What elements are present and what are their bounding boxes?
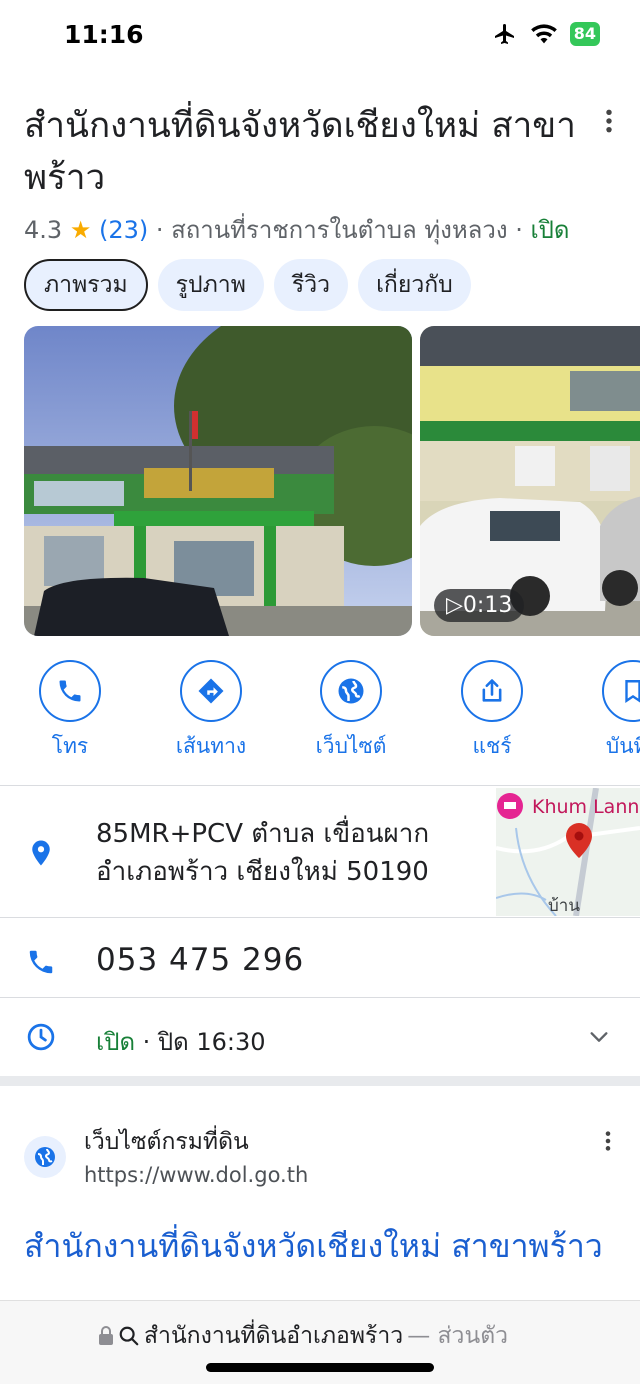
globe-icon <box>338 678 364 704</box>
site-url[interactable]: https://www.dol.go.th <box>84 1163 308 1187</box>
play-icon: ▷ <box>446 593 463 618</box>
result-title-link[interactable]: สำนักงานที่ดินจังหวัดเชียงใหม่ สาขาพร้าว <box>24 1222 624 1270</box>
action-bar: โทร เส้นทาง เว็บไซต์ แชร์ บันทึก <box>0 660 640 760</box>
search-icon <box>119 1326 139 1346</box>
clock-icon <box>27 1023 55 1051</box>
airplane-icon <box>494 24 514 44</box>
url-display[interactable]: สำนักงานที่ดินอำเภอพร้าว — ส่วนตัว <box>98 1318 508 1354</box>
home-indicator[interactable] <box>206 1363 434 1372</box>
section-divider <box>0 1076 640 1086</box>
save-button[interactable] <box>602 660 640 722</box>
rating-value: 4.3 <box>24 216 63 244</box>
share-action[interactable]: แชร์ <box>422 660 562 763</box>
more-options-icon[interactable] <box>602 108 616 134</box>
call-action[interactable]: โทร <box>0 660 140 763</box>
opening-hours[interactable]: เปิด · ปิด 16:30 <box>96 1022 266 1061</box>
address-line-1: 85MR+PCV ตำบล เขื่อนผาก <box>96 819 430 849</box>
address-line-2: อำเภอพร้าว เชียงใหม่ 50190 <box>96 857 429 887</box>
share-label: แชร์ <box>472 734 512 758</box>
tab-reviews[interactable]: รีวิว <box>273 259 349 311</box>
divider <box>0 785 640 786</box>
battery-indicator: 84 <box>569 22 600 46</box>
tab-about[interactable]: เกี่ยวกับ <box>358 259 471 311</box>
tab-overview[interactable]: ภาพรวม <box>24 259 148 311</box>
place-category: · สถานที่ราชการในตำบล ทุ่งหลวง · <box>148 216 531 244</box>
directions-button[interactable] <box>180 660 242 722</box>
chevron-down-icon[interactable] <box>588 1026 610 1048</box>
search-query: สำนักงานที่ดินอำเภอพร้าว <box>144 1323 404 1349</box>
place-subline: 4.3 ★ (23) · สถานที่ราชการในตำบล ทุ่งหลว… <box>24 210 570 249</box>
site-name[interactable]: เว็บไซต์กรมที่ดิน <box>84 1124 249 1160</box>
bookmark-icon <box>625 680 640 703</box>
directions-icon <box>198 678 224 704</box>
divider <box>0 917 640 918</box>
place-photo[interactable] <box>24 326 412 636</box>
address[interactable]: 85MR+PCV ตำบล เขื่อนผาก อำเภอพร้าว เชียง… <box>96 815 486 891</box>
location-pin-icon <box>32 840 50 866</box>
map-village-label: บ้าน <box>548 896 580 916</box>
directions-action[interactable]: เส้นทาง <box>141 660 281 763</box>
building-photo-image <box>24 326 412 636</box>
globe-icon <box>35 1147 55 1167</box>
share-button[interactable] <box>461 660 523 722</box>
save-action[interactable]: บันทึก <box>563 660 640 763</box>
tab-bar: ภาพรวม รูปภาพ รีวิว เกี่ยวกับ <box>24 259 471 311</box>
star-icon: ★ <box>69 216 92 244</box>
directions-label: เส้นทาง <box>175 734 247 758</box>
video-duration: 0:13 <box>462 593 513 618</box>
phone-icon <box>29 950 53 974</box>
review-count[interactable]: (23) <box>99 216 148 244</box>
site-favicon <box>24 1136 66 1178</box>
status-time: 11:16 <box>64 20 144 49</box>
website-label: เว็บไซต์ <box>315 734 387 758</box>
place-title: สำนักงานที่ดินจังหวัดเชียงใหม่ สาขาพร้าว <box>24 106 576 198</box>
wifi-icon <box>530 24 557 44</box>
status-bar: 11:16 84 <box>0 0 640 72</box>
website-button[interactable] <box>320 660 382 722</box>
call-label: โทร <box>51 734 89 758</box>
tab-photos[interactable]: รูปภาพ <box>157 259 264 311</box>
website-action[interactable]: เว็บไซต์ <box>281 660 421 763</box>
map-poi-label: Khum Lann <box>532 796 640 818</box>
open-status: เปิด <box>530 216 570 244</box>
phone-icon <box>59 680 81 702</box>
call-button[interactable] <box>39 660 101 722</box>
place-video[interactable]: ▷0:13 <box>420 326 640 636</box>
lock-icon <box>99 1326 113 1345</box>
save-label: บันทึก <box>605 734 640 758</box>
phone-number[interactable]: 053 475 296 <box>96 942 304 978</box>
video-duration-badge: ▷0:13 <box>434 589 525 622</box>
private-mode-label: — ส่วนตัว <box>407 1323 509 1349</box>
divider <box>0 997 640 998</box>
result-more-icon[interactable] <box>602 1130 614 1152</box>
hours-open-status: เปิด <box>96 1028 136 1056</box>
map-thumbnail[interactable]: Khum Lann บ้าน <box>496 788 640 916</box>
status-icons: 84 <box>492 22 600 46</box>
hours-close-time: · ปิด 16:30 <box>135 1028 266 1056</box>
share-icon <box>482 679 502 702</box>
